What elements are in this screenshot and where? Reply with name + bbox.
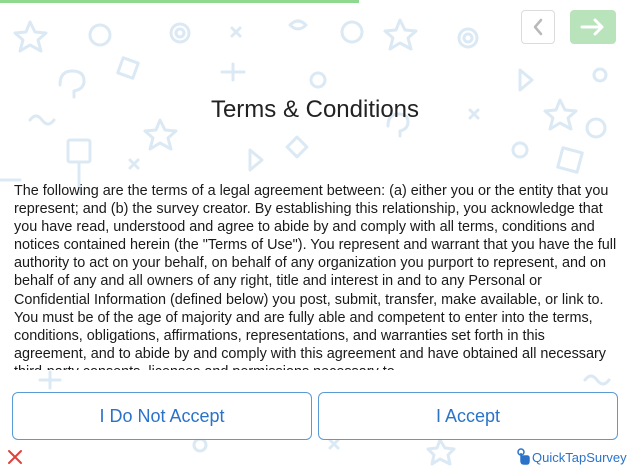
hand-tap-icon	[517, 448, 530, 465]
close-button[interactable]	[6, 448, 24, 466]
brand-logo: QuickTapSurvey	[516, 447, 627, 467]
back-button[interactable]	[521, 10, 555, 44]
brand-name: QuickTapSurvey	[532, 449, 627, 465]
page-title: Terms & Conditions	[210, 96, 420, 123]
next-button[interactable]	[570, 10, 616, 44]
arrow-right-icon	[580, 18, 604, 36]
accept-button[interactable]: I Accept	[318, 392, 618, 440]
decline-button[interactable]: I Do Not Accept	[12, 392, 312, 440]
progress-fill	[0, 0, 360, 3]
terms-text[interactable]: The following are the terms of a legal a…	[14, 182, 618, 370]
progress-bar	[0, 0, 630, 3]
close-icon	[8, 450, 22, 464]
chevron-left-icon	[533, 18, 543, 36]
